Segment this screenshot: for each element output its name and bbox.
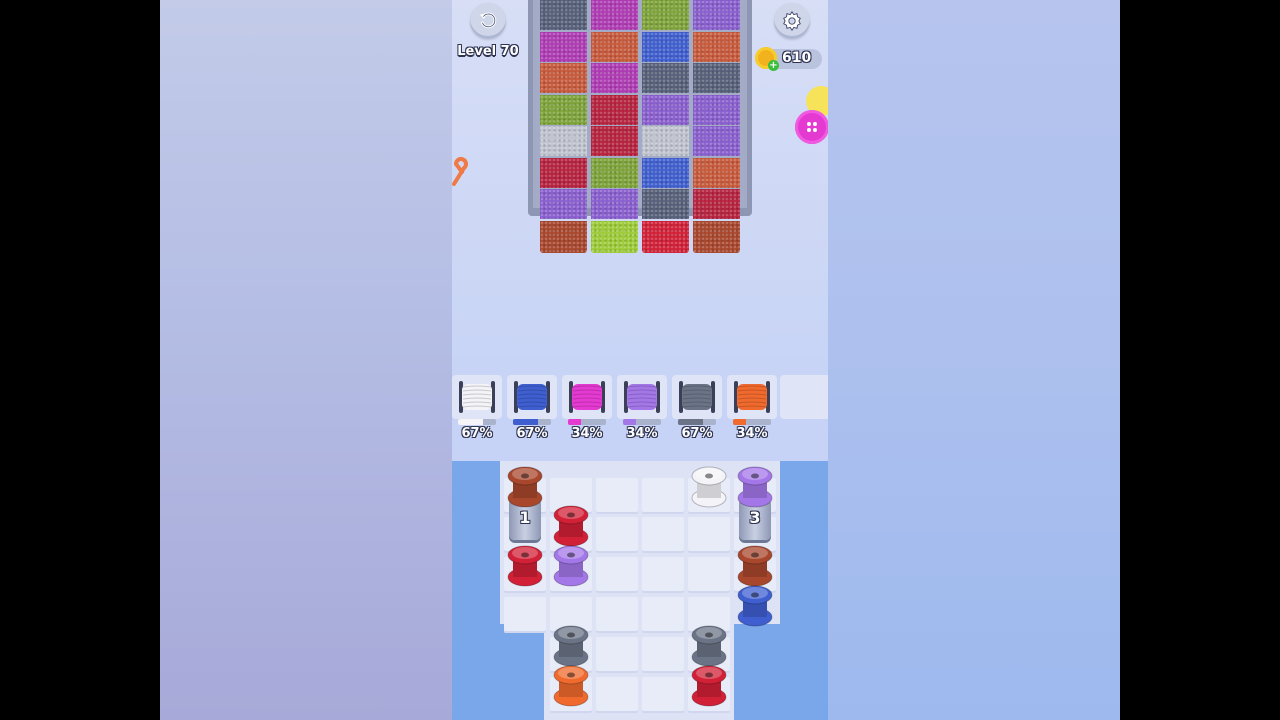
cloth-cell bbox=[693, 0, 740, 30]
cloth-cell bbox=[693, 157, 740, 188]
board-tile bbox=[504, 597, 546, 633]
spool-progress-label: 34% bbox=[571, 426, 603, 441]
cloth-cell bbox=[693, 31, 740, 62]
cloth-cell bbox=[693, 189, 740, 219]
cloth-cell bbox=[591, 157, 638, 188]
cloth-cell bbox=[642, 94, 689, 125]
board-tile bbox=[642, 677, 684, 713]
bobbin-white[interactable] bbox=[691, 460, 727, 508]
plus-icon[interactable]: + bbox=[768, 60, 779, 71]
cloth-cell bbox=[693, 126, 740, 156]
cloth-cell bbox=[540, 0, 587, 30]
spool-progress-label: 67% bbox=[461, 426, 493, 441]
spool-progress-bar bbox=[513, 419, 551, 425]
spool-progress-bar bbox=[568, 419, 606, 425]
empty-spool-slot bbox=[780, 375, 828, 419]
board-tile bbox=[642, 557, 684, 593]
pink-button-decoration bbox=[795, 110, 828, 144]
board-tile bbox=[596, 637, 638, 673]
cloth-cell bbox=[540, 220, 587, 253]
cloth-cell bbox=[693, 94, 740, 125]
game-screen: Level 70 + 610 67% 67% 34% 34% 67% 34% 1… bbox=[452, 0, 828, 720]
bobbin-blue[interactable] bbox=[737, 579, 773, 627]
cloth-cell bbox=[642, 189, 689, 219]
cloth-cell bbox=[591, 126, 638, 156]
board-tile bbox=[642, 597, 684, 633]
cloth-cell bbox=[591, 94, 638, 125]
coin-count: 610 bbox=[782, 50, 812, 66]
board-tile bbox=[642, 637, 684, 673]
spool-progress-label: 67% bbox=[681, 426, 713, 441]
spool-progress-bar bbox=[458, 419, 496, 425]
cloth-cell bbox=[591, 220, 638, 253]
board-tile bbox=[596, 517, 638, 553]
cloth-cell bbox=[540, 126, 587, 156]
board-tile bbox=[596, 677, 638, 713]
board-tile bbox=[596, 557, 638, 593]
safety-pin-decoration bbox=[452, 154, 474, 188]
bobbin-lilac[interactable] bbox=[737, 460, 773, 508]
bobbin-orange[interactable] bbox=[553, 659, 589, 707]
spool-progress-label: 34% bbox=[736, 426, 768, 441]
cloth-cell bbox=[642, 157, 689, 188]
spool-blue[interactable] bbox=[510, 379, 554, 415]
spool-gray[interactable] bbox=[675, 379, 719, 415]
cloth-cell bbox=[540, 157, 587, 188]
board-tile bbox=[596, 597, 638, 633]
cloth-cell bbox=[540, 63, 587, 93]
board-tile bbox=[642, 517, 684, 553]
cloth-cell bbox=[591, 189, 638, 219]
cloth-cell bbox=[540, 94, 587, 125]
spool-progress-label: 67% bbox=[516, 426, 548, 441]
cloth-cell bbox=[540, 189, 587, 219]
spool-progress-bar bbox=[733, 419, 771, 425]
undo-icon bbox=[479, 12, 497, 29]
spool-progress-bar bbox=[678, 419, 716, 425]
cloth-cell bbox=[693, 220, 740, 253]
cloth-cell bbox=[642, 0, 689, 30]
spool-white[interactable] bbox=[455, 379, 499, 415]
board-tile bbox=[642, 478, 684, 514]
cloth-cell bbox=[591, 63, 638, 93]
level-label: Level 70 bbox=[457, 44, 519, 59]
spool-orange[interactable] bbox=[730, 379, 774, 415]
cloth-cell bbox=[642, 126, 689, 156]
gear-icon bbox=[783, 11, 801, 31]
cloth-cell bbox=[591, 31, 638, 62]
settings-button[interactable] bbox=[774, 3, 810, 39]
cloth-cell bbox=[642, 220, 689, 253]
spool-progress-label: 34% bbox=[626, 426, 658, 441]
right-blur-background bbox=[828, 0, 1120, 720]
cloth-cell bbox=[642, 31, 689, 62]
spool-pink[interactable] bbox=[565, 379, 609, 415]
left-blur-background bbox=[160, 0, 452, 720]
spool-progress-bar bbox=[623, 419, 661, 425]
bobbin-red[interactable] bbox=[507, 539, 543, 587]
bobbin-brown[interactable] bbox=[507, 460, 543, 508]
board-tile bbox=[688, 557, 730, 593]
cloth-cell bbox=[540, 31, 587, 62]
bobbin-lilac[interactable] bbox=[553, 539, 589, 587]
spool-lilac[interactable] bbox=[620, 379, 664, 415]
undo-button[interactable] bbox=[470, 3, 506, 39]
knitted-cloth bbox=[540, 0, 740, 253]
bobbin-red[interactable] bbox=[691, 659, 727, 707]
cloth-cell bbox=[693, 63, 740, 93]
board-tile bbox=[688, 517, 730, 553]
cloth-cell bbox=[591, 0, 638, 30]
board-tile bbox=[596, 478, 638, 514]
cloth-cell bbox=[642, 63, 689, 93]
